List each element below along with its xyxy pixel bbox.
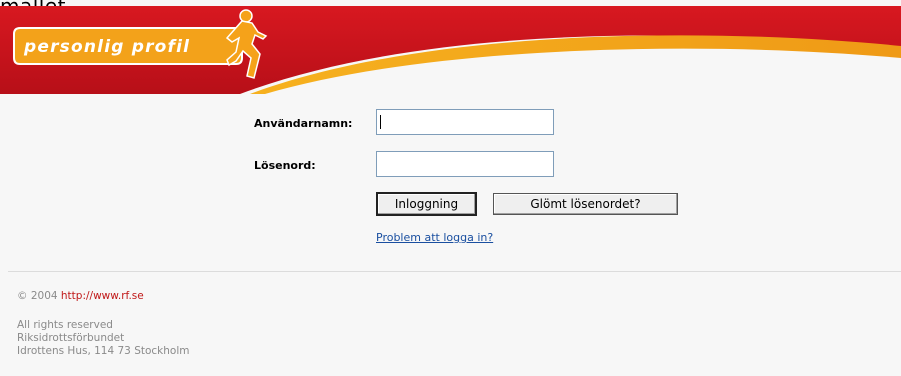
copyright-text: © 2004 — [17, 290, 58, 302]
text-caret — [380, 115, 381, 129]
org-text: Riksidrottsförbundet — [17, 332, 125, 344]
forgot-password-button[interactable]: Glömt lösenordet? — [493, 193, 678, 215]
password-input[interactable] — [376, 151, 554, 177]
rights-text: All rights reserved — [17, 319, 113, 331]
problem-login-link[interactable]: Problem att logga in? — [376, 231, 493, 244]
logo-text: personlig profil — [23, 37, 190, 57]
login-form: Användarnamn: Lösenord: Inloggning Glömt… — [0, 94, 901, 270]
header-banner: personlig profil — [0, 6, 901, 94]
footer-divider — [8, 271, 901, 272]
login-button[interactable]: Inloggning — [376, 192, 477, 216]
address-text: Idrottens Hus, 114 73 Stockholm — [17, 345, 190, 357]
username-label: Användarnamn: — [254, 117, 353, 130]
site-link[interactable]: http://www.rf.se — [61, 290, 144, 302]
header-banner-graphic: personlig profil — [0, 6, 901, 94]
username-input[interactable] — [376, 109, 554, 135]
password-label: Lösenord: — [254, 159, 316, 172]
footer-copyright: © 2004 http://www.rf.se — [17, 290, 144, 302]
